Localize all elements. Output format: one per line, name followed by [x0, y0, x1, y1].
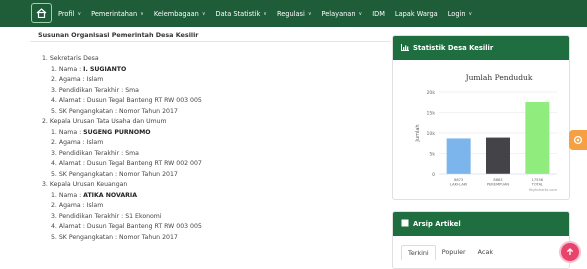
statistik-widget-title: Statistik Desa Kesilir	[413, 44, 494, 52]
y-tick-label: 15k	[426, 110, 435, 116]
org-detail-line: 4. Alamat : Dusun Tegal Banteng RT RW 00…	[51, 160, 202, 167]
official-name: I. SUGIANTO	[83, 65, 127, 73]
nav-item-login[interactable]: Login ∨	[448, 10, 472, 18]
bar-2	[486, 137, 510, 174]
org-detail-line: 1. Nama : ATIKA NOVARIA	[42, 191, 382, 202]
home-button[interactable]	[31, 3, 52, 23]
org-position-heading: 2. Kepala Urusan Tata Usaha dan Umum	[42, 118, 167, 125]
nav-item-lapak-warga[interactable]: Lapak Warga	[395, 10, 438, 18]
arsip-widget-header: Arsip Artikel	[393, 212, 569, 236]
nav-menu: Profil ∨ Pemerintahan ∨ Kelembagaan ∨ Data Sta…	[58, 0, 482, 27]
org-detail-line: 3. Pendidikan Terakhir : S1 Ekonomi	[51, 212, 162, 220]
chart-title: Jumlah Penduduk	[465, 73, 533, 82]
page-title: Susunan Organisasi Pemerintah Desa Kesil…	[38, 31, 199, 39]
org-detail-label: 1. Nama :	[51, 191, 84, 199]
org-detail-line: 2. Agama : Islam	[51, 139, 104, 146]
nav-item-pelayanan[interactable]: Pelayanan ∨	[322, 10, 363, 18]
official-name: ATIKA NOVARIA	[83, 191, 137, 199]
nav-item-data-statistik[interactable]: Data Statistik ∨	[216, 10, 267, 18]
chevron-down-icon: ∨	[140, 10, 144, 17]
tab-populer[interactable]: Populer	[436, 245, 472, 260]
nav-item-label: Pelayanan	[321, 9, 356, 18]
bar-1	[446, 138, 471, 174]
statistik-widget: Statistik Desa Kesilir Jumlah Penduduk 0 5…	[392, 35, 570, 200]
nav-item-label: Profil	[58, 9, 75, 18]
gear-icon	[573, 135, 583, 145]
chevron-down-icon: ∨	[77, 10, 82, 17]
population-chart: Jumlah Penduduk 0 5k 10k 15k 20k Jumlah 8673 LAK…	[399, 66, 565, 196]
nav-item-label: Lapak Warga	[394, 9, 438, 18]
scroll-top-button[interactable]	[561, 243, 579, 261]
x-tick-label: 17556	[532, 178, 544, 182]
statistik-widget-header: Statistik Desa Kesilir	[393, 36, 569, 60]
org-position-heading: 3. Kepala Urusan Keuangan	[42, 181, 128, 188]
org-detail-line: 5. SK Pengangkatan : Nomor Tahun 2017	[51, 233, 178, 241]
official-name: SUGENG PURNOMO	[83, 128, 151, 136]
nav-item-label: Regulasi	[276, 9, 305, 18]
main-content: Susunan Organisasi Pemerintah Desa Kesil…	[30, 27, 390, 269]
home-icon	[36, 8, 47, 18]
nav-item-label: Pemerintahan	[91, 9, 138, 18]
org-detail-line: 3. Pendidikan Terakhir : Sma	[51, 86, 139, 94]
nav-item-label: Data Statistik	[215, 9, 261, 18]
nav-item-profil[interactable]: Profil ∨	[58, 10, 81, 18]
org-detail-label: 1. Nama :	[51, 128, 84, 136]
x-tick-label: PEREMPUAN	[487, 183, 510, 187]
archive-icon	[401, 219, 409, 229]
y-tick-label: 5k	[429, 151, 435, 157]
arsip-widget-title: Arsip Artikel	[413, 220, 461, 228]
y-tick-label: 0	[432, 172, 435, 178]
nav-item-kelembagaan[interactable]: Kelembagaan ∨	[154, 10, 206, 18]
tab-acak[interactable]: Acak	[472, 245, 499, 260]
org-detail-line: 5. SK Pengangkatan : Nomor Tahun 2017	[51, 107, 178, 115]
arsip-tabs: Terkini Populer Acak	[401, 245, 499, 260]
chevron-down-icon: ∨	[307, 10, 312, 17]
nav-item-label: Login	[447, 9, 466, 18]
org-detail-line: 4. Alamat : Dusun Tegal Banteng RT RW 00…	[51, 97, 202, 104]
tab-terkini[interactable]: Terkini	[401, 245, 436, 260]
x-tick-label: TOTAL	[531, 183, 543, 187]
organization-list: 1. Sekretaris Desa 1. Nama : I. SUGIANTO 2…	[42, 54, 382, 243]
x-tick-label: LAKI-LAKI	[450, 183, 467, 187]
x-tick-label: 8673	[454, 178, 463, 182]
chevron-down-icon: ∨	[263, 10, 267, 17]
org-position-heading: 1. Sekretaris Desa	[42, 55, 99, 62]
chevron-down-icon: ∨	[468, 10, 473, 17]
top-navbar: Profil ∨ Pemerintahan ∨ Kelembagaan ∨ Data Sta…	[0, 0, 587, 27]
population-chart-svg: Jumlah Penduduk 0 5k 10k 15k 20k Jumlah 8673LAK…	[415, 73, 558, 192]
org-detail-line: 4. Alamat : Dusun Tegal Banteng RT RW 00…	[51, 223, 202, 230]
x-tick-label: 8883	[493, 178, 502, 182]
org-detail-line: 5. SK Pengangkatan : Nomor Tahun 2017	[51, 170, 178, 178]
nav-item-idm[interactable]: IDM	[372, 10, 385, 18]
nav-item-pemerintahan[interactable]: Pemerintahan ∨	[91, 10, 144, 18]
bar-chart-icon	[401, 43, 409, 53]
y-axis-label: Jumlah	[415, 124, 421, 142]
org-detail-line: 1. Nama : I. SUGIANTO	[42, 65, 382, 76]
org-detail-line: 3. Pendidikan Terakhir : Sma	[51, 149, 139, 157]
arrow-up-icon	[566, 248, 574, 255]
nav-item-label: Kelembagaan	[153, 9, 199, 18]
y-tick-label: 10k	[426, 131, 435, 137]
y-tick-label: 20k	[426, 90, 435, 96]
chart-credits: Highcharts.com	[529, 188, 558, 192]
nav-item-label: IDM	[372, 9, 385, 18]
org-detail-label: 1. Nama :	[51, 65, 84, 73]
org-detail-line: 2. Agama : Islam	[51, 76, 104, 83]
org-detail-line: 2. Agama : Islam	[51, 202, 104, 209]
org-detail-line: 1. Nama : SUGENG PURNOMO	[42, 128, 382, 139]
nav-item-regulasi[interactable]: Regulasi ∨	[277, 10, 312, 18]
title-divider	[30, 41, 390, 42]
bar-3	[525, 102, 550, 174]
arsip-artikel-widget: Arsip Artikel Terkini Populer Acak	[392, 211, 570, 269]
chevron-down-icon: ∨	[201, 10, 206, 17]
chevron-down-icon: ∨	[358, 10, 363, 17]
side-settings-button[interactable]	[569, 130, 587, 150]
